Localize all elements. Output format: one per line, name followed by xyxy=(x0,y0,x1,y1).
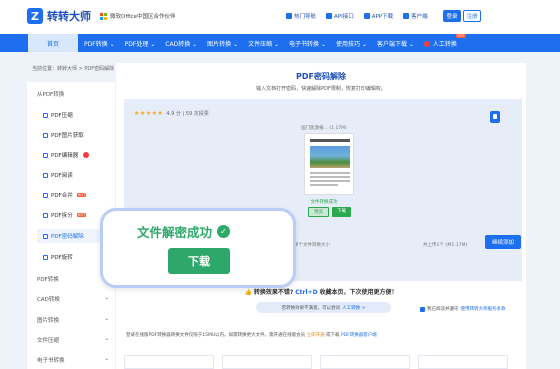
chevron-down-icon: ⌄ xyxy=(104,336,109,342)
page-subtitle: 输入文档打开密码，快速解除PDF限制，恢复打印编辑权。 xyxy=(256,86,386,92)
success-toast: 文件解密成功 ✓ 下载 xyxy=(100,208,296,288)
nav-pdf-convert[interactable]: PDF转换 ⌄ xyxy=(84,39,115,48)
terms-link[interactable]: 使用转转大师服务条款 xyxy=(461,306,506,312)
read-icon xyxy=(43,172,48,178)
sidebar-item-pdf-compress[interactable]: PDF压缩 xyxy=(43,111,73,119)
file-name: 国门能源报... (1.17M) xyxy=(301,126,347,131)
top-links: 热门导航 API接口 APP下载 客户端 xyxy=(286,12,428,20)
nav-pdf-process[interactable]: PDF处理 ⌄ xyxy=(125,39,156,48)
agree-terms[interactable]: 我已阅读并遵守 使用转转大师服务条款 xyxy=(420,306,506,312)
main-nav: 首页 PDF转换 ⌄ PDF处理 ⌄ CAD转换 ⌄ 图片转换 ⌄ 文件压缩 ⌄… xyxy=(0,33,560,52)
chevron-down-icon: ⌄ xyxy=(104,295,109,301)
client-link[interactable]: 客户端 xyxy=(403,12,428,20)
download-icon xyxy=(403,13,410,19)
login-button[interactable]: 登录 xyxy=(443,10,461,22)
partner-badge: 微软Office中国区合作伙伴 xyxy=(100,12,176,20)
star-rating-icon: ★★★★★ xyxy=(134,110,164,117)
sidebar-item-pdf-rotate[interactable]: PDF旋转 xyxy=(43,253,73,261)
chevron-down-icon: ⌄ xyxy=(104,316,109,322)
feedback-line: 👍 转换效果不错? Ctrl+D 收藏本页，下次使用更方便！ xyxy=(244,289,398,296)
nav-file-compress[interactable]: 文件压缩 ⌄ xyxy=(248,39,279,48)
size-notice: 登录在线版PDF转换器转换文件仅限于15MU以内。如需转换更大文件，需开通在线版… xyxy=(126,333,377,338)
nav-manual-convert[interactable]: 人工转换 HOT xyxy=(423,33,466,48)
nav-home[interactable]: 首页 xyxy=(28,34,78,52)
sidebar-heading: 从PDF转换 xyxy=(37,92,65,98)
checkbox-checked-icon[interactable] xyxy=(420,306,425,312)
download-small-button[interactable]: 下载 xyxy=(332,207,351,217)
sidebar-item-pdf-editor[interactable]: PDF编辑器 xyxy=(43,151,92,159)
check-circle-icon: ✓ xyxy=(217,225,231,238)
hot-badge: HOT xyxy=(76,193,87,197)
vip-link[interactable]: 立即开通 xyxy=(307,333,325,338)
api-icon xyxy=(326,13,333,19)
size-hint: 单个文件转换大小 xyxy=(294,243,330,248)
nav-cad-convert[interactable]: CAD转换 ⌄ xyxy=(165,39,197,48)
sidebar-item-pdf-image[interactable]: PDF图片获取 xyxy=(43,131,84,139)
thumbnail-image xyxy=(310,146,350,168)
merge-icon xyxy=(43,192,48,198)
compress-icon xyxy=(43,112,48,118)
sidebar-group-pdf-convert[interactable]: PDF转换⌄ xyxy=(37,275,109,283)
sidebar-group-cad-convert[interactable]: CAD转换 ⌄ xyxy=(37,295,109,303)
phone-icon xyxy=(363,13,370,19)
toast-message: 文件解密成功 ✓ xyxy=(137,222,231,241)
convert-status: 文件转换成功 xyxy=(310,200,338,205)
windows-icon xyxy=(100,12,107,20)
nav-client-download[interactable]: 客户端下载 ⌄ xyxy=(377,39,414,48)
logo-text: 转转大师 xyxy=(47,10,91,23)
breadcrumb: 当前位置：转转大师 > PDF密码解除 xyxy=(32,66,115,72)
hot-badge: HOT xyxy=(456,33,466,38)
app-download-link[interactable]: APP下载 xyxy=(363,12,393,20)
pin-icon[interactable] xyxy=(490,111,500,123)
logo-icon: Z xyxy=(27,8,43,24)
top-bar: Z 转转大师 微软Office中国区合作伙伴 热门导航 API接口 APP下载 … xyxy=(0,0,560,34)
sidebar-item-pdf-merge[interactable]: PDF合并 HOT xyxy=(43,191,87,199)
client-download-link[interactable]: PDF转换器客户端 xyxy=(341,333,377,338)
feature-card[interactable] xyxy=(124,355,214,369)
feature-card[interactable] xyxy=(320,355,410,369)
hot-nav-link[interactable]: 热门导航 xyxy=(286,12,316,20)
preview-button[interactable]: 预览 xyxy=(308,207,329,217)
split-icon xyxy=(43,212,48,218)
nav-ebook-convert[interactable]: 电子书转换 ⌄ xyxy=(289,39,326,48)
api-link[interactable]: API接口 xyxy=(326,12,354,20)
rating[interactable]: ★★★★★ 4.9 分 | 59 次投票 xyxy=(134,110,209,117)
unlock-icon xyxy=(43,233,48,239)
edit-icon xyxy=(43,152,48,158)
sidebar-item-pdf-read[interactable]: PDF阅读 xyxy=(43,171,73,179)
sidebar-item-pdf-split[interactable]: PDF拆分 HOT xyxy=(43,211,87,219)
continue-add-button[interactable]: 继续添加 xyxy=(485,235,521,249)
rotate-icon xyxy=(43,254,48,260)
file-thumbnail xyxy=(304,133,354,195)
page-title: PDF密码解除 xyxy=(296,72,346,81)
manual-convert-tip: 若转换效果不满意，可以尝试 人工转换 > xyxy=(256,302,391,313)
upload-count: 共上传1个 (共1.17M) xyxy=(423,243,468,248)
chevron-down-icon: ⌄ xyxy=(104,356,109,362)
feature-card[interactable] xyxy=(418,355,508,369)
sidebar-group-file-compress[interactable]: 文件压缩 ⌄ xyxy=(37,336,109,344)
home-icon xyxy=(286,13,292,19)
hot-badge: HOT xyxy=(76,213,87,217)
partner-text: 微软Office中国区合作伙伴 xyxy=(110,14,176,20)
hot-dot-icon xyxy=(423,41,430,47)
feature-card[interactable] xyxy=(222,355,312,369)
toast-download-button[interactable]: 下载 xyxy=(168,248,230,274)
hot-dot-icon xyxy=(83,152,90,158)
nav-tips[interactable]: 使用技巧 ⌄ xyxy=(336,39,367,48)
image-icon xyxy=(43,132,48,138)
nav-image-convert[interactable]: 图片转换 ⌄ xyxy=(207,39,238,48)
register-button[interactable]: 注册 xyxy=(463,10,481,22)
sidebar-group-ebook-convert[interactable]: 电子书转换 ⌄ xyxy=(37,356,109,364)
sidebar-group-image-convert[interactable]: 图片转换 ⌄ xyxy=(37,316,109,324)
thumbs-up-icon: 👍 xyxy=(244,289,252,296)
logo[interactable]: Z 转转大师 xyxy=(27,8,91,24)
manual-convert-link[interactable]: 人工转换 > xyxy=(342,305,365,311)
